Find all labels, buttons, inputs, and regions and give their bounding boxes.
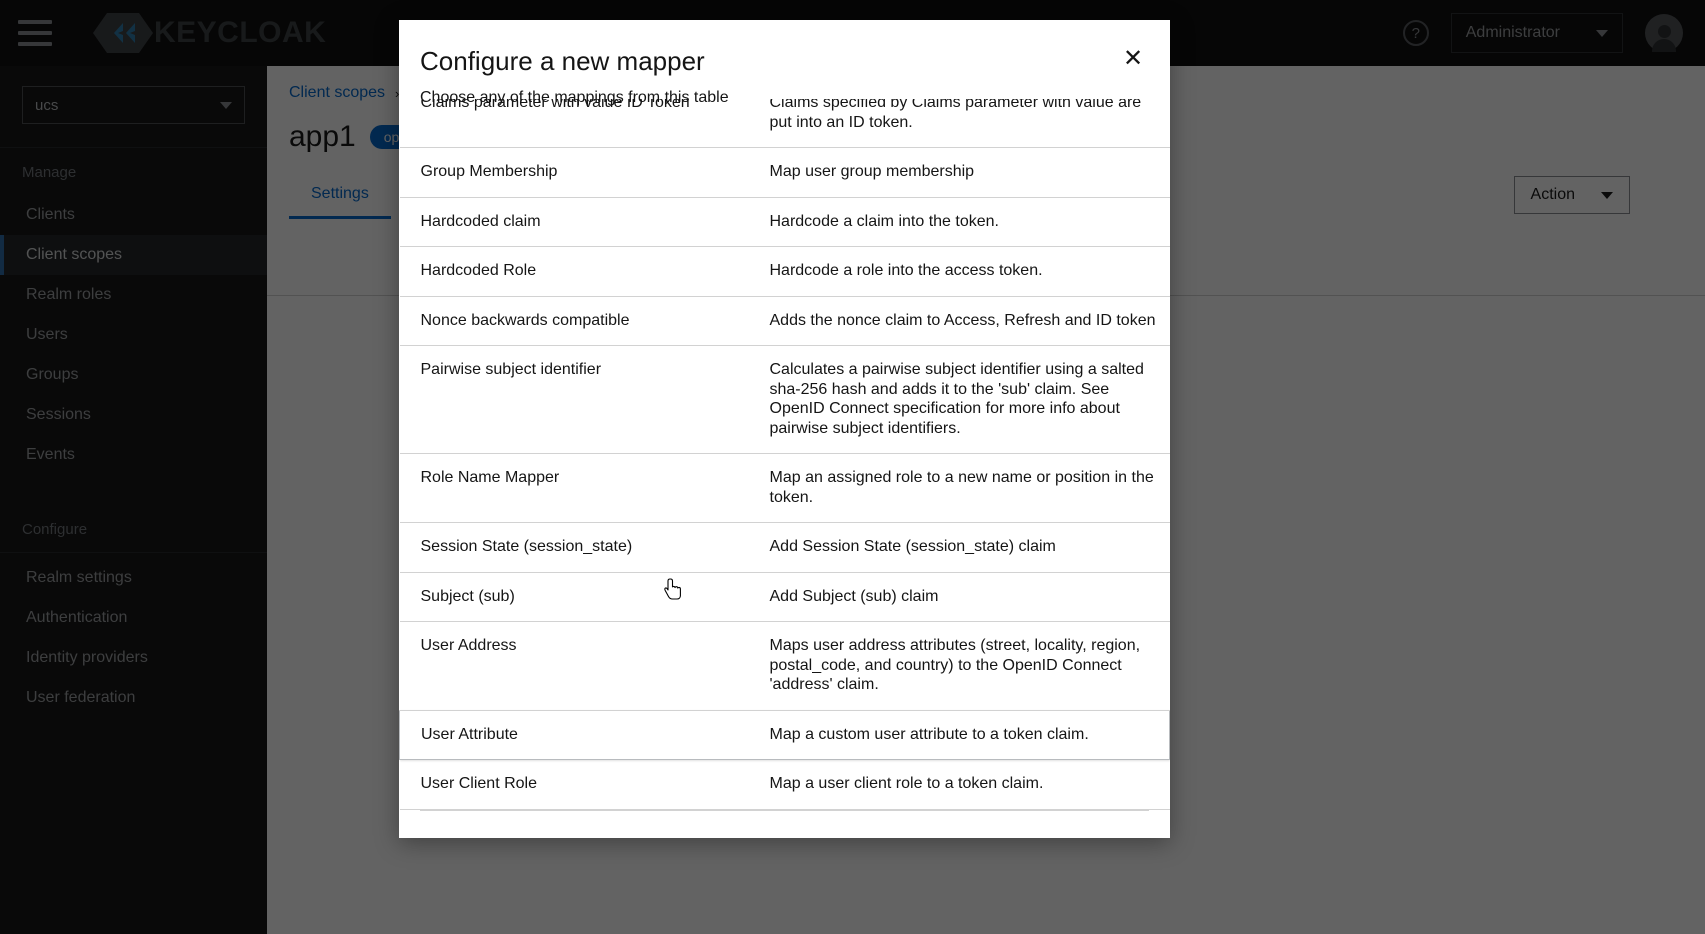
- mapper-name-cell: Claims parameter with value ID Token: [420, 99, 690, 111]
- mapper-description-cell: Maps user address attributes (street, lo…: [769, 637, 1141, 694]
- mapper-name-cell: Session State (session_state): [420, 538, 633, 556]
- keycloak-admin-console: KEYCLOAK ? Administrator ucs Manage Clie…: [0, 0, 1705, 934]
- mapper-description-cell: Claims specified by Claims parameter wit…: [769, 99, 1142, 131]
- table-row[interactable]: User Attribute Map a custom user attribut…: [399, 710, 1170, 760]
- table-row[interactable]: Group Membership Map user group membershi…: [399, 148, 1170, 198]
- table-row[interactable]: User PropertyMap a built in user propert…: [400, 809, 1170, 810]
- mapper-description-cell: Hardcode a role into the access token.: [769, 262, 1043, 280]
- mapper-description-cell: Map a built in user property (email, fir…: [770, 809, 1170, 810]
- table-row[interactable]: User Client Role Map a user client role t…: [399, 760, 1170, 810]
- mapper-description-cell: Adds the nonce claim to Access, Refresh …: [769, 311, 1156, 329]
- mapper-table: Claims parameter with value ID Token Clai…: [399, 99, 1170, 810]
- table-row[interactable]: User Address Maps user address attributes…: [399, 622, 1170, 711]
- mapper-name-cell: User Client Role: [420, 775, 537, 793]
- mapper-description-cell: Map a user client role to a token claim.: [769, 775, 1044, 793]
- modal-header: Configure a new mapper Choose any of the…: [399, 20, 1170, 107]
- close-icon[interactable]: ✕: [1114, 40, 1152, 78]
- mapper-name-cell: User Address: [420, 637, 517, 655]
- mapper-description-cell: Add Session State (session_state) claim: [769, 538, 1056, 556]
- table-row[interactable]: Subject (sub) Add Subject (sub) claim: [399, 572, 1170, 622]
- table-row[interactable]: Nonce backwards compatible Adds the nonce…: [399, 296, 1170, 346]
- table-row[interactable]: Session State (session_state) Add Session…: [399, 523, 1170, 573]
- mapper-name-cell: Pairwise subject identifier: [420, 361, 602, 379]
- modal-body[interactable]: Claims parameter with value ID Token Clai…: [399, 99, 1170, 810]
- mapper-description-cell: Map a custom user attribute to a token c…: [769, 725, 1089, 743]
- mapper-name-cell: User Attribute: [421, 725, 518, 743]
- modal-footer: [420, 810, 1149, 838]
- mapper-description-cell: Add Subject (sub) claim: [769, 587, 939, 605]
- table-row[interactable]: Role Name Mapper Map an assigned role to …: [399, 454, 1170, 523]
- mapper-name-cell: Hardcoded Role: [420, 262, 537, 280]
- mapper-description-cell: Map user group membership: [769, 163, 975, 181]
- modal-title: Configure a new mapper: [420, 46, 705, 76]
- table-row[interactable]: Hardcoded Role Hardcode a role into the a…: [399, 247, 1170, 297]
- mapper-name-cell: Role Name Mapper: [420, 469, 560, 487]
- table-row[interactable]: Pairwise subject identifier Calculates a …: [399, 346, 1170, 454]
- mapper-description-cell: Hardcode a claim into the token.: [769, 212, 999, 230]
- table-row[interactable]: Claims parameter with value ID Token Clai…: [399, 99, 1170, 148]
- mapper-name-cell: Subject (sub): [420, 587, 515, 605]
- configure-mapper-modal: Configure a new mapper Choose any of the…: [399, 20, 1170, 838]
- mapper-name-cell: Nonce backwards compatible: [420, 311, 630, 329]
- mapper-description-cell: Calculates a pairwise subject identifier…: [769, 361, 1144, 437]
- mapper-description-cell: Map an assigned role to a new name or po…: [769, 469, 1154, 506]
- mapper-name-cell: Group Membership: [420, 163, 558, 181]
- mapper-name-cell: User Property: [400, 809, 770, 810]
- table-row[interactable]: Hardcoded claim Hardcode a claim into the…: [399, 197, 1170, 247]
- mapper-name-cell: Hardcoded claim: [420, 212, 541, 230]
- mapper-list-scroll: Claims parameter with value ID Token Clai…: [399, 99, 1170, 810]
